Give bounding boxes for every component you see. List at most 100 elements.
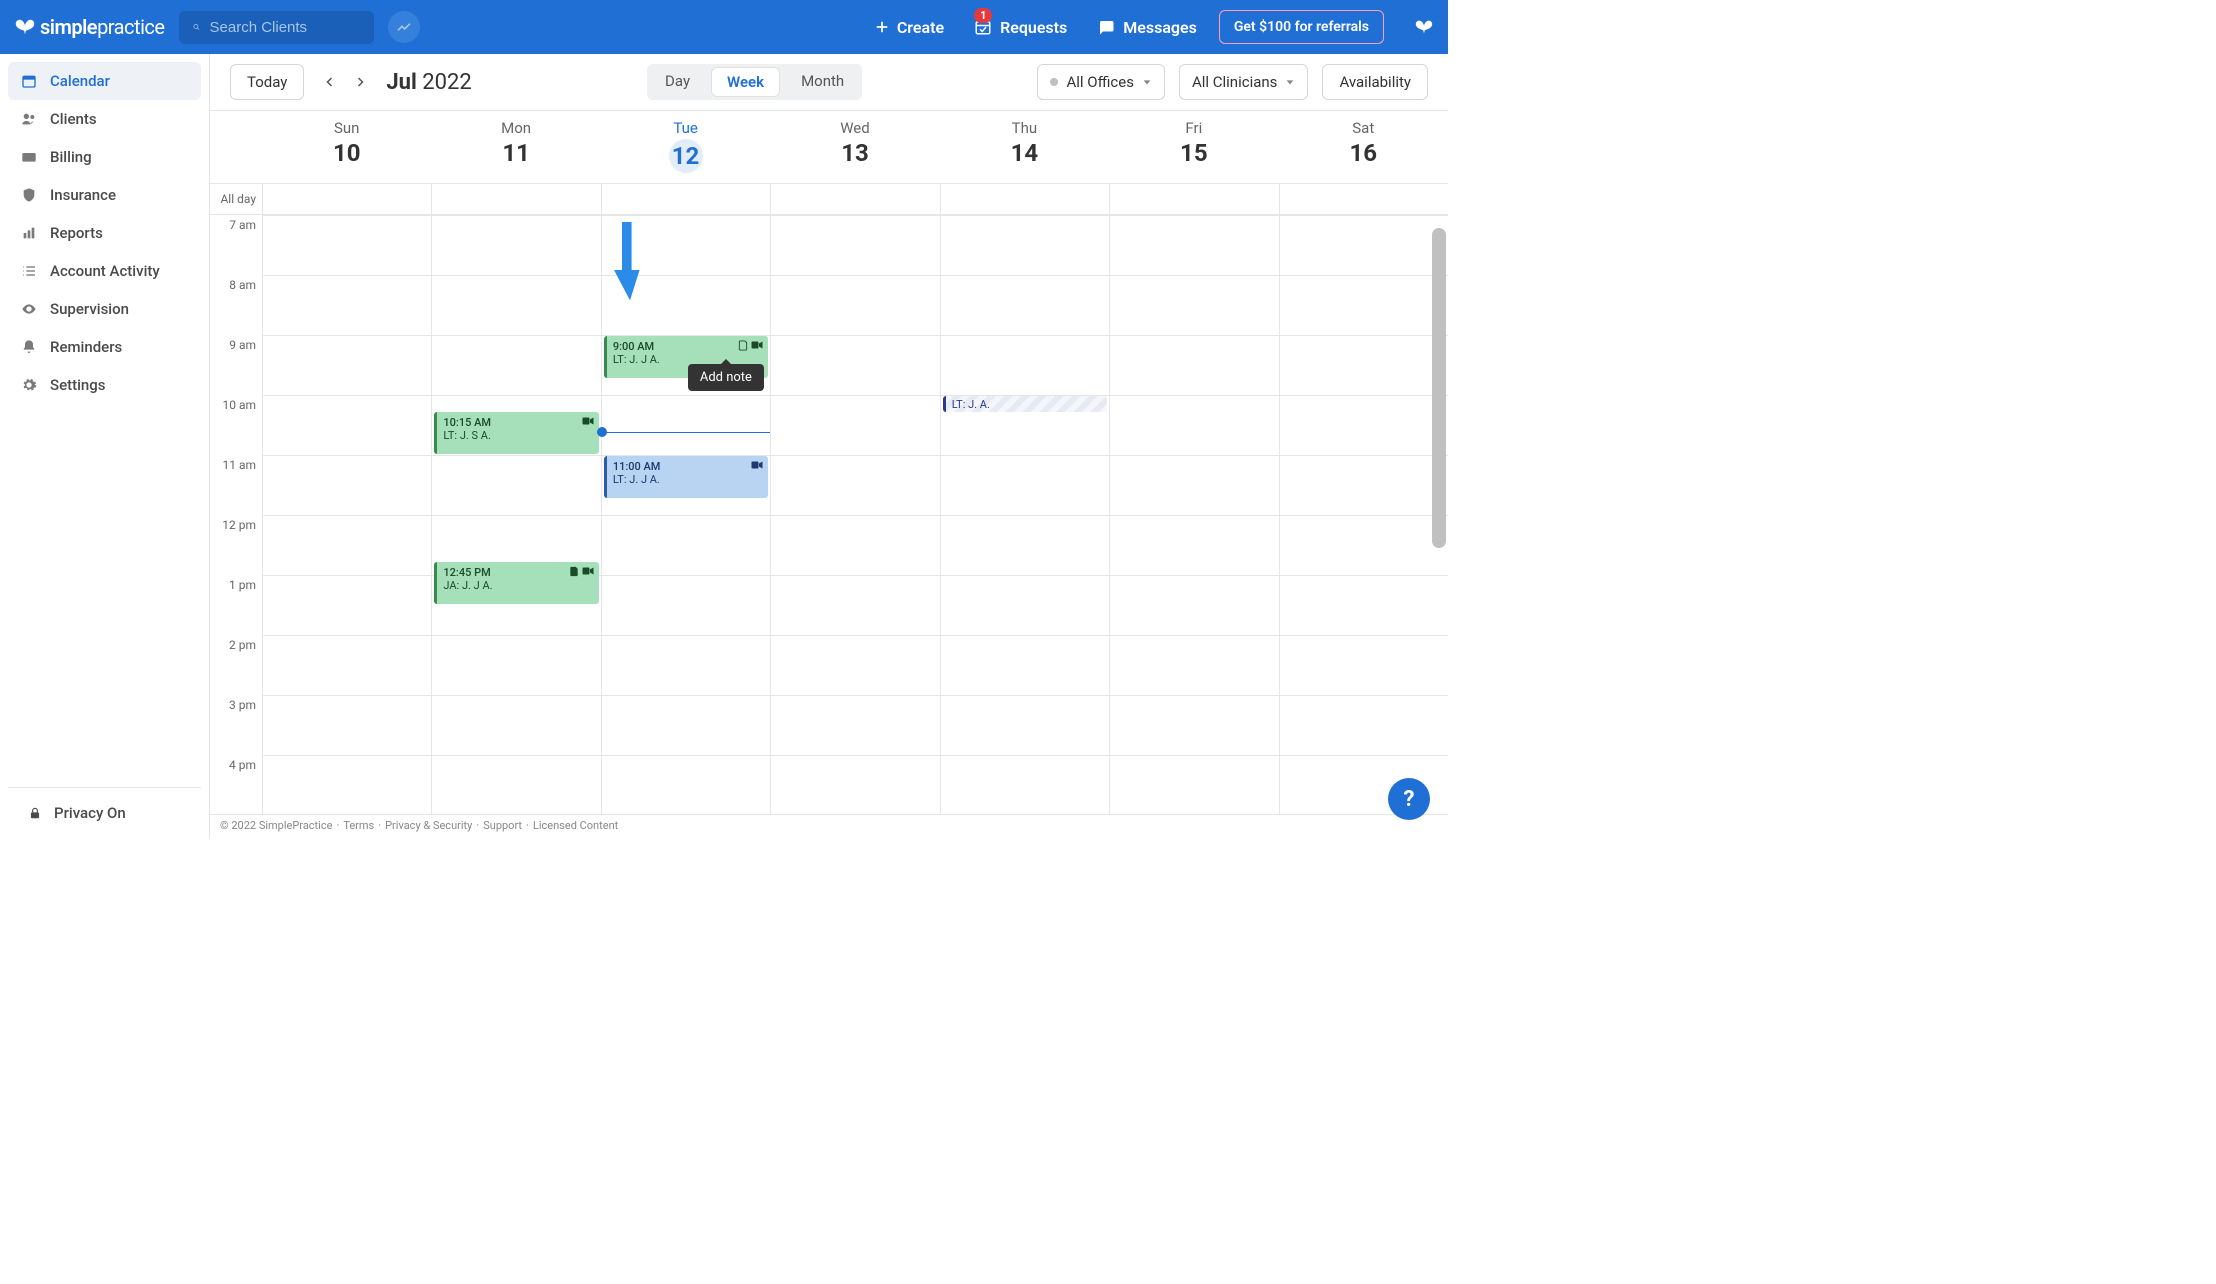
month-title: Jul 2022 [386,70,471,95]
chevron-down-icon [1285,77,1295,87]
now-indicator [602,432,770,433]
sidebar-item-label: Reminders [50,338,122,356]
shield-icon [21,187,37,203]
time-label: 7 am [210,218,262,278]
messages-label: Messages [1123,18,1197,37]
day-col-sun[interactable]: Sun10 [262,111,431,183]
prev-button[interactable] [318,72,342,92]
calendar-grid[interactable]: 7 am 8 am 9 am 10 am 11 am 12 pm 1 pm 2 … [210,215,1448,814]
day-cell-wed[interactable] [770,215,939,814]
day-cell-mon[interactable]: 10:15 AM LT: J. S A. 12:45 PM JA: J. J A… [431,215,600,814]
day-col-tue[interactable]: Tue12 [601,111,770,183]
calendar-toolbar: Today Jul 2022 Day Week Month All Office… [210,54,1448,110]
privacy-toggle[interactable]: Privacy On [8,787,201,838]
view-day[interactable]: Day [647,64,708,100]
day-col-thu[interactable]: Thu14 [940,111,1109,183]
sidebar-item-calendar[interactable]: Calendar [8,62,201,100]
event-mon-1015[interactable]: 10:15 AM LT: J. S A. [434,412,598,454]
day-cell-sat[interactable] [1279,215,1448,814]
day-header-row: Sun10 Mon11 Tue12 Wed13 Thu14 Fri15 Sat1… [210,110,1448,183]
line-chart-icon [396,19,412,35]
topbar: simplepractice Create 1 Requests Message… [0,0,1448,54]
dot-icon [1050,78,1058,86]
bar-chart-icon [21,225,37,241]
referral-button[interactable]: Get $100 for referrals [1219,10,1384,44]
sidebar-item-billing[interactable]: Billing [8,138,201,176]
event-tue-1100[interactable]: 11:00 AM LT: J. J A. [604,456,768,498]
search-wrap[interactable] [179,11,374,44]
time-label: 12 pm [210,518,262,578]
eye-icon [21,301,37,317]
availability-button[interactable]: Availability [1322,64,1428,100]
video-icon [751,460,763,470]
plus-icon [875,20,889,34]
day-col-fri[interactable]: Fri15 [1109,111,1278,183]
sidebar-item-label: Clients [50,110,97,128]
privacy-label: Privacy On [54,804,126,822]
day-col-sat[interactable]: Sat16 [1279,111,1448,183]
brand-text: simplepractice [40,15,165,39]
scrollbar-thumb[interactable] [1432,228,1446,548]
create-label: Create [897,18,944,37]
sidebar-item-clients[interactable]: Clients [8,100,201,138]
time-label: 9 am [210,338,262,398]
day-col-wed[interactable]: Wed13 [770,111,939,183]
chevron-left-icon [324,76,336,88]
next-button[interactable] [348,72,372,92]
footer-support[interactable]: Support [483,819,522,834]
day-cell-fri[interactable] [1109,215,1278,814]
footer-privacy[interactable]: Privacy & Security [385,819,472,834]
sidebar-item-settings[interactable]: Settings [8,366,201,404]
time-label: 2 pm [210,638,262,698]
day-cell-sun[interactable] [262,215,431,814]
footer-terms[interactable]: Terms [343,819,374,834]
help-button[interactable]: ? [1388,778,1430,820]
requests-button[interactable]: 1 Requests [966,10,1075,45]
analytics-button[interactable] [388,11,420,43]
butterfly-icon [14,18,36,36]
day-col-mon[interactable]: Mon11 [431,111,600,183]
view-month[interactable]: Month [783,64,862,100]
sidebar-item-reminders[interactable]: Reminders [8,328,201,366]
message-icon [1097,18,1115,36]
requests-badge: 1 [974,8,992,23]
filter-clinicians[interactable]: All Clinicians [1179,64,1308,100]
sidebar-item-label: Reports [50,224,103,242]
footer-licensed[interactable]: Licensed Content [533,819,618,834]
sidebar-item-label: Calendar [50,72,110,90]
main: Today Jul 2022 Day Week Month All Office… [210,54,1448,838]
time-label: 4 pm [210,758,262,814]
people-icon [21,111,37,127]
time-label: 3 pm [210,698,262,758]
today-button[interactable]: Today [230,64,304,100]
event-mon-1245[interactable]: 12:45 PM JA: J. J A. [434,562,598,604]
profile-button[interactable] [1398,19,1434,35]
tooltip-add-note: Add note [688,364,764,391]
sidebar-item-insurance[interactable]: Insurance [8,176,201,214]
annotation-arrow-icon [606,222,646,322]
chevron-down-icon [1142,77,1152,87]
brand-logo[interactable]: simplepractice [14,15,165,39]
sidebar: Calendar Clients Billing Insurance Repor… [0,54,210,838]
messages-button[interactable]: Messages [1089,10,1205,45]
search-input[interactable] [210,19,360,36]
note-outline-icon[interactable] [738,340,748,351]
event-thu-unavail[interactable]: LT: J. A. [943,396,1107,412]
footer-copyright: © 2022 SimplePractice [220,819,332,834]
sidebar-item-account-activity[interactable]: Account Activity [8,252,201,290]
sidebar-item-label: Settings [50,376,106,394]
chevron-right-icon [354,76,366,88]
allday-label: All day [210,184,262,214]
view-segmented: Day Week Month [647,64,862,100]
lock-icon [28,806,42,820]
sidebar-item-label: Account Activity [50,262,160,280]
time-label: 11 am [210,458,262,518]
filter-offices[interactable]: All Offices [1037,64,1164,100]
create-button[interactable]: Create [867,10,952,45]
sidebar-item-supervision[interactable]: Supervision [8,290,201,328]
sidebar-item-reports[interactable]: Reports [8,214,201,252]
video-icon [582,566,594,576]
gear-icon [21,377,37,393]
day-cell-thu[interactable]: LT: J. A. [940,215,1109,814]
view-week[interactable]: Week [711,67,780,97]
